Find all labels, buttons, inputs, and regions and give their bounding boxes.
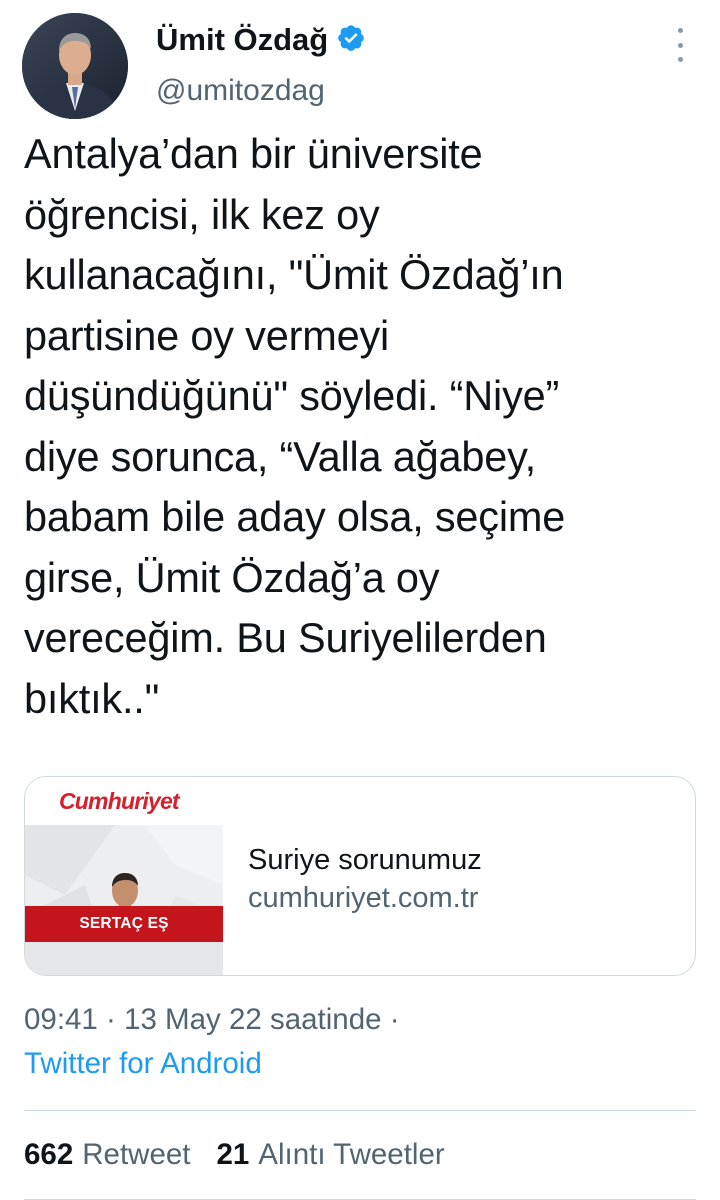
retweet-label: Retweet bbox=[82, 1138, 191, 1171]
divider bbox=[24, 1110, 696, 1111]
link-card-thumbnail: Cumhuriyet SERTAÇ EŞ bbox=[25, 777, 223, 975]
quote-label: Alıntı Tweetler bbox=[258, 1138, 445, 1171]
thumbnail-caption: SERTAÇ EŞ bbox=[25, 906, 223, 942]
quotes-stat[interactable]: 21 Alıntı Tweetler bbox=[216, 1138, 444, 1172]
user-name[interactable]: Ümit Özdağ bbox=[156, 22, 328, 58]
more-vertical-icon[interactable] bbox=[668, 28, 692, 62]
user-handle[interactable]: @umitozdag bbox=[156, 74, 325, 108]
cumhuriyet-logo: Cumhuriyet bbox=[25, 777, 223, 825]
link-card-title[interactable]: Suriye sorunumuz bbox=[248, 844, 482, 877]
more-dot bbox=[677, 57, 683, 62]
verified-badge-icon bbox=[336, 23, 366, 58]
tweet-source-link[interactable]: Twitter for Android bbox=[24, 1047, 262, 1081]
avatar[interactable] bbox=[22, 13, 128, 119]
quote-count: 21 bbox=[216, 1138, 250, 1171]
link-card-domain: cumhuriyet.com.tr bbox=[248, 882, 479, 914]
retweet-count: 662 bbox=[24, 1138, 74, 1171]
tweet-stats: 662 Retweet 21 Alıntı Tweetler bbox=[24, 1138, 445, 1172]
more-dot bbox=[677, 28, 683, 33]
more-dot bbox=[677, 42, 683, 48]
thumbnail-footer bbox=[25, 942, 223, 975]
retweets-stat[interactable]: 662 Retweet bbox=[24, 1138, 190, 1172]
user-name-row[interactable]: Ümit Özdağ bbox=[156, 22, 366, 58]
avatar-image bbox=[22, 13, 128, 119]
tweet-timestamp[interactable]: 09:41 · 13 May 22 saatinde · bbox=[24, 1003, 400, 1037]
tweet-text: Antalya’dan bir üniversite öğrencisi, il… bbox=[24, 130, 566, 722]
link-card[interactable]: Cumhuriyet SERTAÇ EŞ Suriye sorunumuz cu… bbox=[24, 776, 696, 976]
